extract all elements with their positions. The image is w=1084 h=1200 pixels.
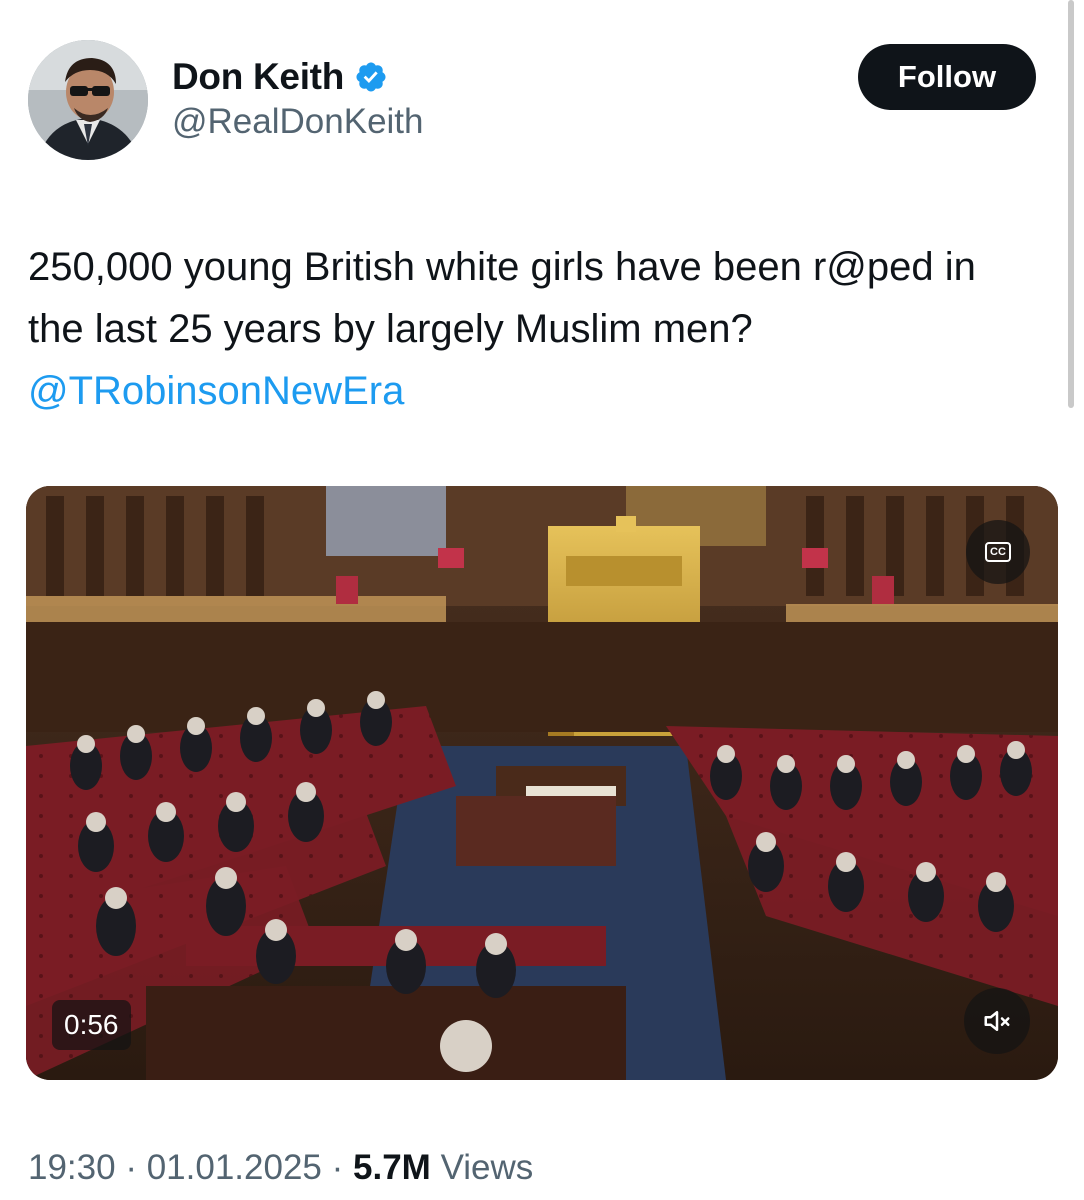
captions-button[interactable]: CC bbox=[966, 520, 1030, 584]
video-thumbnail bbox=[26, 486, 1058, 1080]
author-handle[interactable]: @RealDonKeith bbox=[172, 102, 424, 142]
video-player[interactable]: CC 0:56 bbox=[26, 486, 1058, 1080]
avatar[interactable] bbox=[28, 40, 148, 160]
mute-button[interactable] bbox=[964, 988, 1030, 1054]
mention-link[interactable]: @TRobinsonNewEra bbox=[28, 369, 404, 413]
tweet-date[interactable]: 01.01.2025 bbox=[147, 1148, 322, 1187]
tweet-time[interactable]: 19:30 bbox=[28, 1148, 116, 1187]
verified-badge-icon bbox=[354, 60, 388, 94]
speaker-muted-icon bbox=[984, 1011, 1010, 1031]
views-label: Views bbox=[440, 1148, 534, 1187]
tweet-body: 250,000 young British white girls have b… bbox=[28, 245, 976, 351]
views-count: 5.7M bbox=[353, 1148, 431, 1187]
follow-button[interactable]: Follow bbox=[858, 44, 1036, 110]
scrollbar[interactable] bbox=[1068, 0, 1074, 408]
tweet-header: Don Keith @RealDonKeith Follow bbox=[28, 40, 1040, 166]
tweet-meta: 19:30 · 01.01.2025 · 5.7M Views bbox=[28, 1148, 533, 1188]
display-name[interactable]: Don Keith bbox=[172, 56, 344, 98]
display-name-row: Don Keith bbox=[172, 54, 424, 100]
author-names: Don Keith @RealDonKeith bbox=[172, 54, 424, 142]
cc-icon: CC bbox=[985, 542, 1011, 562]
meta-separator: · bbox=[125, 1148, 137, 1187]
tweet-text: 250,000 young British white girls have b… bbox=[28, 236, 1028, 422]
meta-separator: · bbox=[331, 1148, 344, 1187]
avatar-photo bbox=[28, 40, 148, 160]
video-duration: 0:56 bbox=[52, 1000, 131, 1050]
